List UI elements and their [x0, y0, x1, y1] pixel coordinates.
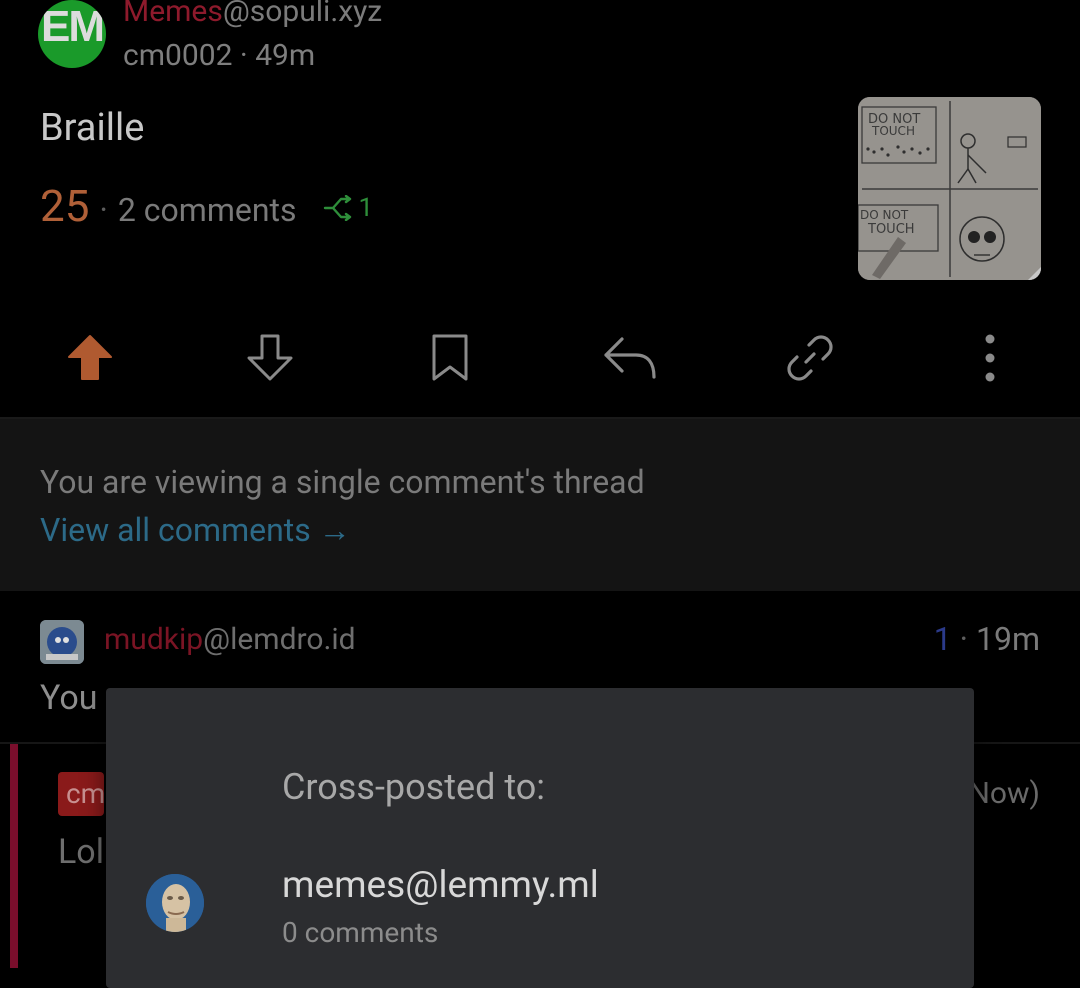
crosspost-dialog: Cross-posted to: memes@lemmy.ml 0 commen… [106, 688, 974, 988]
crosspost-count: 1 [358, 193, 374, 223]
community-logo-icon: EM [41, 2, 105, 51]
downvote-button[interactable] [230, 318, 310, 398]
community-name[interactable]: Memes [123, 0, 223, 29]
post-thumbnail[interactable]: DO NOT TOUCH DO NOT TOUCH [858, 97, 1041, 280]
view-all-comments-link[interactable]: View all comments → [40, 511, 351, 549]
save-button[interactable] [410, 318, 490, 398]
svg-text:TOUCH: TOUCH [871, 124, 915, 138]
comment-meta: 1 · 19m [933, 620, 1040, 658]
post-score: 25 [40, 180, 90, 232]
thread-indent-bar [10, 744, 18, 968]
reply-button[interactable] [590, 318, 670, 398]
post-stats: 25 · 2 comments 1 [40, 180, 374, 232]
crosspost-community-name[interactable]: memes@lemmy.ml [282, 864, 599, 907]
thumb-text-bottom: DO NOT [860, 208, 909, 222]
single-thread-notice: You are viewing a single comment's threa… [40, 463, 645, 501]
crosspost-comment-count: 0 comments [282, 916, 439, 949]
comic-thumbnail-image: DO NOT TOUCH DO NOT TOUCH [858, 97, 1041, 280]
crosspost-indicator[interactable]: 1 [323, 193, 374, 223]
comment-author[interactable]: mudkip@lemdro.id [104, 622, 356, 657]
crosspost-list-item[interactable]: memes@lemmy.ml 0 comments [106, 848, 974, 949]
community-avatar[interactable]: EM [38, 0, 106, 68]
post-title[interactable]: Braille [40, 106, 144, 150]
crosspost-community-avatar [146, 874, 204, 932]
more-options-button[interactable] [950, 318, 1030, 398]
avatar-image [40, 620, 84, 664]
comment-score: 1 [933, 620, 952, 658]
post-meta: cm0002 · 49m [123, 38, 316, 73]
reply-author-badge[interactable]: cm [58, 772, 104, 816]
copy-link-button[interactable] [770, 318, 850, 398]
comment-age: 19m [975, 620, 1040, 658]
more-vertical-icon [985, 334, 995, 382]
post-author[interactable]: cm0002 [123, 38, 232, 73]
reply-icon [604, 337, 656, 379]
upvote-button[interactable] [50, 318, 130, 398]
bookmark-icon [432, 334, 468, 381]
arrow-up-icon [68, 335, 112, 380]
comment-count[interactable]: 2 comments [118, 191, 297, 229]
community-instance: @sopuli.xyz [222, 0, 383, 29]
post-age: 49m [255, 38, 316, 73]
commenter-avatar[interactable] [40, 620, 84, 664]
svg-text:TOUCH: TOUCH [867, 222, 915, 237]
community-link[interactable]: Memes@sopuli.xyz [123, 0, 382, 29]
post-action-bar [0, 318, 1080, 398]
comment-username[interactable]: mudkip [104, 622, 203, 657]
comment-body: You [40, 678, 98, 718]
reply-body: Lol [58, 832, 104, 872]
comment-instance: @lemdro.id [203, 622, 356, 657]
arrow-down-icon [247, 334, 293, 381]
link-icon [787, 335, 833, 381]
crosspost-icon [323, 195, 351, 221]
meme-man-icon [146, 874, 204, 932]
dialog-title: Cross-posted to: [282, 766, 546, 808]
reply-age: Now) [968, 776, 1041, 811]
single-thread-banner: You are viewing a single comment's threa… [0, 419, 1080, 591]
